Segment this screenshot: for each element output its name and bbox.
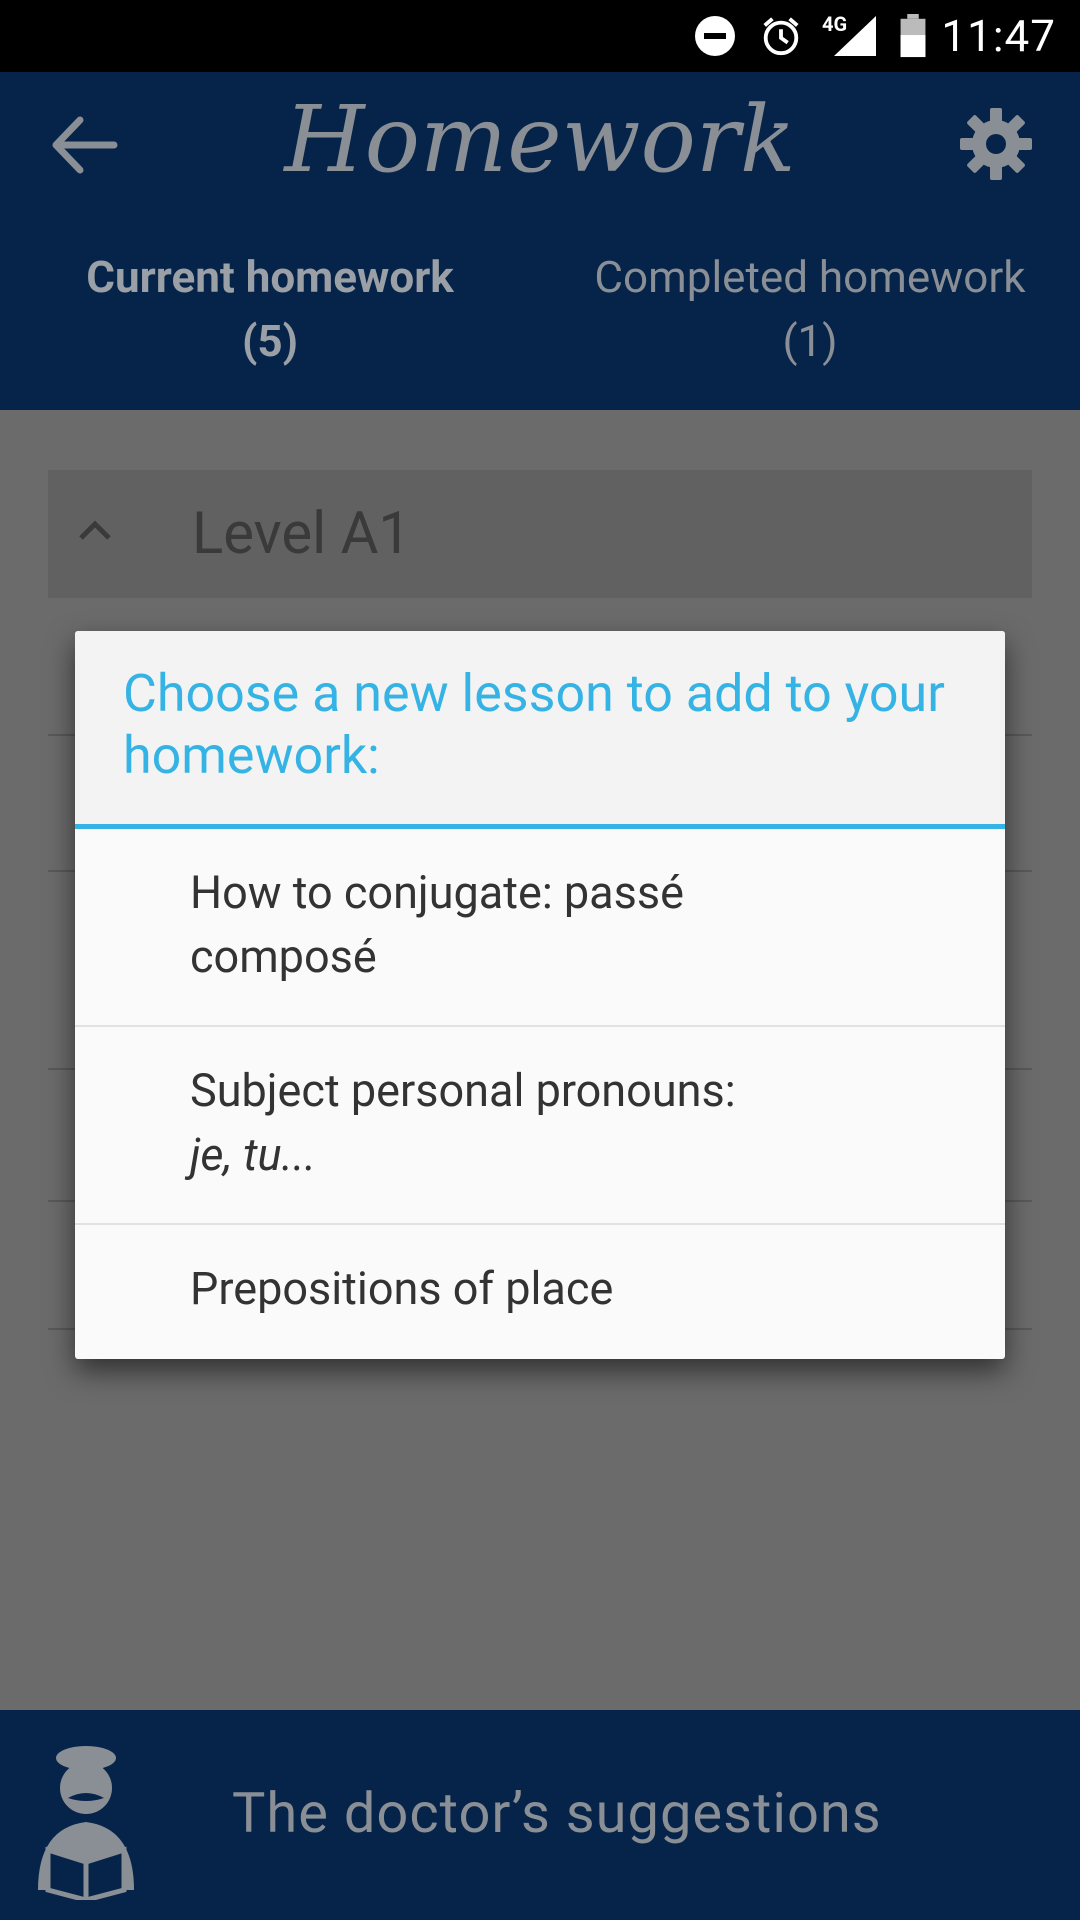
gear-icon[interactable]: [958, 106, 1034, 182]
lesson-option-label: How to conjugate: passé: [190, 866, 684, 919]
tab-count: (1): [782, 315, 838, 367]
dialog-title: Choose a new lesson to add to your homew…: [123, 663, 945, 786]
lesson-option-label: je, tu...: [190, 1128, 317, 1181]
lesson-option[interactable]: How to conjugate: passé composé: [75, 829, 1005, 1025]
tab-completed-homework[interactable]: Completed homework (1): [540, 245, 1080, 373]
tab-label: Current homework: [86, 251, 454, 303]
status-bar: 4G 11:47: [0, 0, 1080, 72]
alarm-icon: [763, 17, 799, 56]
lesson-option[interactable]: Prepositions of place: [75, 1223, 1005, 1359]
lesson-option[interactable]: Subject personal pronouns: je, tu...: [75, 1025, 1005, 1225]
suggestions-label: The doctor’s suggestions: [232, 1780, 882, 1846]
do-not-disturb-icon: [695, 16, 735, 56]
lesson-option-label: Subject personal pronouns:: [190, 1064, 736, 1117]
level-label: Level A1: [192, 500, 412, 568]
doctor-reading-icon: [38, 1746, 134, 1900]
status-time: 11:47: [941, 10, 1056, 62]
tab-current-homework[interactable]: Current homework (5): [0, 245, 540, 373]
lesson-picker-dialog: Choose a new lesson to add to your homew…: [75, 631, 1005, 1359]
tab-label: Completed homework: [594, 251, 1026, 303]
lesson-option-label: Prepositions of place: [190, 1262, 614, 1315]
page-title: Homework: [284, 86, 796, 193]
dialog-header: Choose a new lesson to add to your homew…: [75, 631, 1005, 829]
tab-count: (5): [241, 315, 299, 367]
chevron-up-icon: [79, 520, 111, 540]
battery-icon: [900, 14, 926, 58]
signal-icon: [834, 16, 876, 56]
lesson-option-label: composé: [190, 930, 377, 983]
